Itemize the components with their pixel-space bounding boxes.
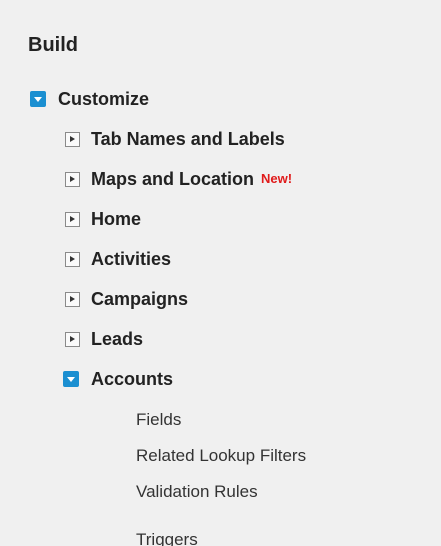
tree-item-label: Home <box>91 209 142 229</box>
new-badge: New! <box>261 171 293 186</box>
expanded-toggle-icon[interactable] <box>63 371 79 387</box>
tree-item-label: Leads <box>91 329 144 349</box>
expanded-toggle-icon[interactable] <box>30 91 46 107</box>
tree-item-label: Campaigns <box>91 289 189 309</box>
tree-item-leads[interactable]: Leads <box>65 326 143 352</box>
collapsed-toggle-icon[interactable] <box>65 291 80 307</box>
tree-item-customize[interactable]: Customize <box>30 86 149 112</box>
tree-item-tab-names-and-labels[interactable]: Tab Names and Labels <box>65 126 285 152</box>
tree-link-label: Triggers <box>136 530 198 546</box>
tree-item-label: Activities <box>91 249 172 269</box>
tree-item-campaigns[interactable]: Campaigns <box>65 286 188 312</box>
tree-link-validation-rules[interactable]: Validation Rules <box>136 479 258 505</box>
tree-link-label: Fields <box>136 410 182 429</box>
tree-item-label: Customize <box>58 89 150 109</box>
section-title-build: Build <box>28 34 78 56</box>
tree-item-label: Tab Names and Labels <box>91 129 285 149</box>
tree-item-label: Maps and Location <box>91 169 255 189</box>
tree-item-label: Accounts <box>91 369 174 389</box>
collapsed-toggle-icon[interactable] <box>65 331 80 347</box>
tree-link-label: Validation Rules <box>136 482 258 501</box>
collapsed-toggle-icon[interactable] <box>65 171 80 187</box>
tree-link-triggers[interactable]: Triggers <box>136 527 198 546</box>
tree-item-accounts[interactable]: Accounts <box>63 366 173 392</box>
tree-item-maps-and-location[interactable]: Maps and Location New! <box>65 166 292 192</box>
tree-item-home[interactable]: Home <box>65 206 141 232</box>
tree-item-activities[interactable]: Activities <box>65 246 171 272</box>
collapsed-toggle-icon[interactable] <box>65 211 80 227</box>
tree-link-label: Related Lookup Filters <box>136 446 307 465</box>
setup-nav-panel: Build Customize Tab Names and Labels Map… <box>0 0 441 546</box>
collapsed-toggle-icon[interactable] <box>65 251 80 267</box>
tree-link-related-lookup-filters[interactable]: Related Lookup Filters <box>136 443 306 469</box>
tree-link-fields[interactable]: Fields <box>136 407 181 433</box>
collapsed-toggle-icon[interactable] <box>65 131 80 147</box>
